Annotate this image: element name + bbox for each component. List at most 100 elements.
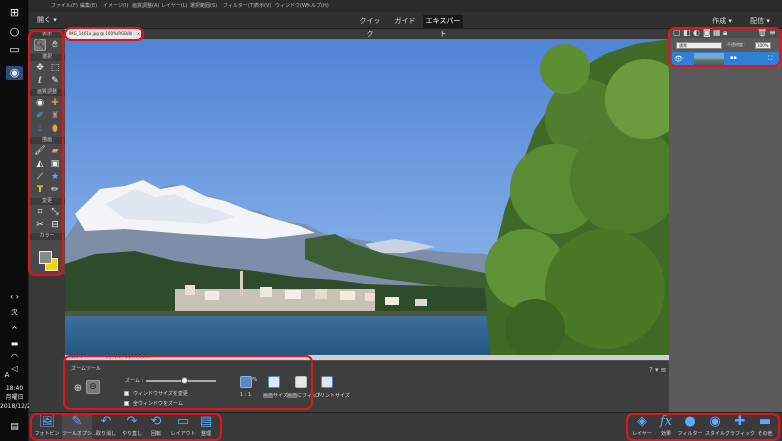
layer-row-background[interactable]: 👁︎ ▪▪ ⛶ bbox=[672, 52, 780, 66]
layer-mask-icon[interactable]: ◙ bbox=[703, 28, 713, 37]
menu-image[interactable]: イメージ(I) bbox=[103, 2, 128, 9]
zoom-all-windows-checkbox[interactable] bbox=[124, 401, 129, 406]
actual-pixels-button[interactable] bbox=[240, 376, 252, 388]
spot-healing-tool-icon[interactable]: ✚ bbox=[49, 97, 61, 109]
toolbox-section-color: カラー bbox=[29, 233, 65, 240]
windows-start-icon[interactable]: ⊞ bbox=[6, 6, 23, 20]
input-mode-icon[interactable]: A bbox=[3, 368, 11, 382]
undo-icon: ↶ bbox=[100, 414, 112, 429]
menu-select[interactable]: 選択範囲(S) bbox=[190, 2, 217, 9]
sponge-tool-icon[interactable]: ⬮ bbox=[49, 123, 61, 135]
more-icon: ▬ bbox=[758, 414, 772, 429]
layer-link-icon[interactable]: ⛶ bbox=[768, 55, 772, 63]
people-icon[interactable]: ℛ bbox=[6, 306, 23, 320]
zoom-all-windows-label: 全ウィンドウをズーム bbox=[133, 401, 183, 407]
layout-icon: ▭ bbox=[176, 414, 190, 429]
task-view-icon[interactable]: ▭ bbox=[6, 43, 23, 57]
open-button[interactable]: 開く ▾ bbox=[37, 15, 57, 25]
battery-icon[interactable]: ▬ bbox=[6, 337, 23, 351]
photoshop-elements-app-icon[interactable]: ◉ bbox=[6, 66, 23, 80]
filters-icon: ● bbox=[684, 414, 696, 429]
opacity-input[interactable]: 100% bbox=[755, 42, 771, 49]
clone-stamp-tool-icon[interactable]: ♜ bbox=[49, 110, 61, 122]
fill-screen-button[interactable] bbox=[295, 376, 307, 388]
menu-enhance[interactable]: 画質調整(A) bbox=[132, 2, 159, 9]
image-canvas[interactable] bbox=[65, 39, 669, 355]
type-tool-icon[interactable]: T bbox=[34, 184, 46, 196]
straighten-tool-icon[interactable]: ⊟ bbox=[49, 219, 61, 231]
create-label: 作成 bbox=[712, 17, 727, 25]
fit-screen-button[interactable] bbox=[268, 376, 280, 388]
eraser-tool-icon[interactable]: ▰ bbox=[49, 145, 61, 157]
document-close-icon[interactable]: × bbox=[137, 31, 140, 36]
crop-tool-icon[interactable]: ⌗ bbox=[34, 206, 46, 218]
zoom-out-icon[interactable]: ⊖ bbox=[86, 380, 100, 394]
new-layer-icon[interactable]: ▢ bbox=[673, 28, 683, 37]
delete-layer-icon[interactable]: 🗑︎ bbox=[757, 28, 767, 37]
share-button[interactable]: 配信 ▾ bbox=[747, 15, 773, 28]
hand-tool-icon[interactable]: ✋︎ bbox=[49, 39, 61, 51]
status-zoom[interactable]: 100% bbox=[71, 354, 82, 359]
quick-selection-tool-icon[interactable]: ✎ bbox=[49, 75, 61, 87]
eyedropper-tool-icon[interactable]: ⟋ bbox=[34, 171, 46, 183]
cortana-icon[interactable]: ○ bbox=[6, 25, 23, 39]
expert-mode-tab[interactable]: エキスパート bbox=[423, 15, 463, 38]
toolbox-section-draw: 描画 bbox=[29, 137, 65, 144]
marquee-tool-icon[interactable]: ⬚ bbox=[49, 62, 61, 74]
rotate-icon: ⟲ bbox=[150, 414, 162, 429]
document-tab[interactable]: IMG_1401a.jpg @ 100%(RGB/8) × bbox=[65, 29, 141, 39]
resize-window-checkbox[interactable] bbox=[124, 391, 129, 396]
smart-brush-tool-icon[interactable]: ✐ bbox=[34, 110, 46, 122]
zoom-tool-icon[interactable]: 🔍︎ bbox=[34, 39, 46, 51]
zoom-slider-thumb[interactable] bbox=[181, 377, 188, 384]
layers-icon: ◈ bbox=[637, 414, 647, 429]
graphics-icon: ✚ bbox=[734, 414, 746, 429]
layers-panel-toolbar: ▢ ◧ ◐ ◙ ▦ 🔒︎ 🗑︎ ≡ bbox=[669, 28, 782, 38]
show-hidden-icons-icon[interactable]: ^ bbox=[6, 323, 23, 337]
new-group-icon[interactable]: ◧ bbox=[683, 28, 693, 37]
open-label: 開く bbox=[37, 16, 51, 24]
organizer-button[interactable]: ▤ 整理 bbox=[191, 415, 221, 441]
print-size-button[interactable] bbox=[321, 376, 333, 388]
lock-all-icon[interactable]: 🔒︎ bbox=[723, 28, 733, 37]
content-aware-move-tool-icon[interactable]: ✂ bbox=[34, 219, 46, 231]
tool-options-button[interactable]: ✎ ツールオプシ... bbox=[62, 415, 97, 441]
zoom-in-icon[interactable]: ⊕ bbox=[72, 382, 84, 394]
layer-visibility-eye-icon[interactable]: 👁︎ bbox=[674, 55, 683, 63]
move-tool-icon[interactable]: ✥ bbox=[34, 62, 46, 74]
toolbox-section-modify: 変更 bbox=[29, 198, 65, 205]
quick-mode-tab[interactable]: クイック bbox=[357, 15, 383, 38]
guide-mode-tab[interactable]: ガイド bbox=[393, 15, 417, 28]
actual-pixels-label: 1 : 1 bbox=[240, 392, 252, 398]
menu-filter[interactable]: フィルター(T) bbox=[223, 2, 255, 9]
red-eye-tool-icon[interactable]: ◉ bbox=[34, 97, 46, 109]
paint-bucket-tool-icon[interactable]: ◭ bbox=[34, 158, 46, 170]
menu-file[interactable]: ファイル(F) bbox=[51, 2, 78, 9]
recompose-tool-icon[interactable]: ⤡ bbox=[49, 206, 61, 218]
taskbar-scroll-left-icon[interactable]: ‹ › bbox=[6, 290, 23, 304]
lasso-tool-icon[interactable]: ℓ bbox=[34, 75, 46, 87]
menu-window[interactable]: ウィンドウ(W) bbox=[275, 2, 309, 9]
clock-time[interactable]: 18:40 bbox=[0, 384, 29, 393]
layer-lock-icon[interactable]: ▪▪ bbox=[730, 55, 737, 61]
menu-view[interactable]: 表示(V) bbox=[254, 2, 271, 9]
brush-tool-icon[interactable]: 🖌︎ bbox=[34, 145, 46, 157]
gradient-tool-icon[interactable]: ▣ bbox=[49, 158, 61, 170]
lock-transparent-icon[interactable]: ▦ bbox=[713, 28, 723, 37]
adjustment-layer-icon[interactable]: ◐ bbox=[693, 28, 703, 37]
rotate-button[interactable]: ⟲ 回転 bbox=[141, 415, 171, 441]
blend-mode-select[interactable]: 通常 bbox=[676, 42, 722, 49]
blur-tool-icon[interactable]: 💧︎ bbox=[34, 123, 46, 135]
create-button[interactable]: 作成 ▾ bbox=[710, 15, 734, 28]
panel-menu-icon[interactable]: ≡ bbox=[769, 28, 779, 37]
tool-options-help-icon[interactable]: ? ▾ ≡ bbox=[649, 366, 667, 374]
menu-help[interactable]: ヘルプ(H) bbox=[306, 2, 329, 9]
menu-edit[interactable]: 編集(E) bbox=[80, 2, 97, 9]
pencil-tool-icon[interactable]: ✏︎ bbox=[49, 184, 61, 196]
photo-bin-button[interactable]: 🖼︎ フォトビン bbox=[32, 415, 62, 441]
more-button[interactable]: ▬ その他 bbox=[750, 415, 780, 441]
custom-shape-tool-icon[interactable]: ★ bbox=[49, 171, 61, 183]
menu-layer[interactable]: レイヤー(L) bbox=[161, 2, 188, 9]
notification-icon[interactable]: ▤ bbox=[6, 420, 23, 434]
foreground-color-swatch[interactable] bbox=[39, 251, 52, 264]
